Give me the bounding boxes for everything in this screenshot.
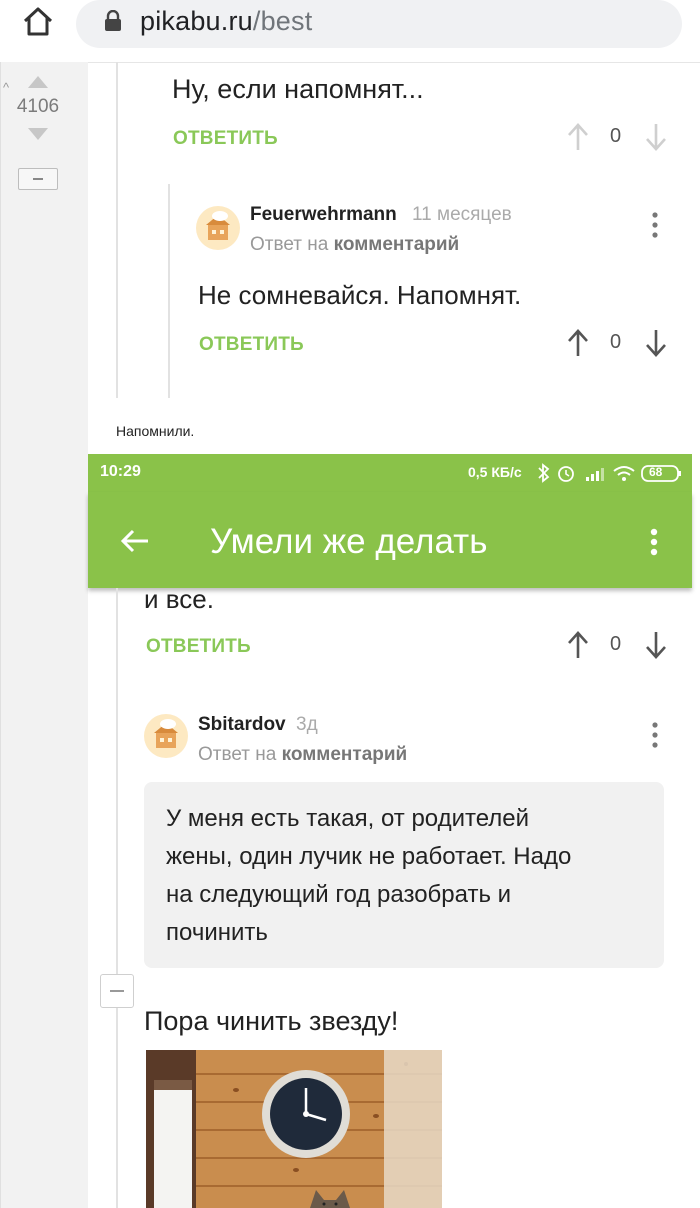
reply-to-link[interactable]: комментарий <box>282 744 408 765</box>
comment-vote: 0 <box>566 122 666 152</box>
phone-status-bar: 10:29 0,5 КБ/с 68 <box>88 454 692 492</box>
bluetooth-icon <box>538 463 550 483</box>
url-path: /best <box>252 6 313 36</box>
browser-toolbar: pikabu.ru/best <box>0 0 700 63</box>
comment-vote: 0 <box>566 328 666 358</box>
arrow-up-icon[interactable] <box>566 122 590 152</box>
reply-to-label: Ответ на комментарий <box>250 234 459 256</box>
app-title: Умели же делать <box>210 522 488 561</box>
vote-count: 0 <box>610 125 622 147</box>
status-time: 10:29 <box>100 463 141 480</box>
comment-text: Не сомневайся. Напомнят. <box>198 280 522 310</box>
rating-up-icon[interactable] <box>28 76 48 88</box>
reply-button[interactable]: ОТВЕТИТЬ <box>173 128 278 150</box>
gutter-border <box>0 62 1 1208</box>
comment-bubble: У меня есть такая, от родителей жены, од… <box>144 782 664 968</box>
rating-gutter: ^ 4106 <box>0 62 88 1208</box>
collapse-button[interactable] <box>100 974 134 1008</box>
comment-line: жены, один лучик не работает. Надо <box>166 843 572 870</box>
arrow-up-icon[interactable] <box>566 630 590 660</box>
comment-vote: 0 <box>566 630 666 660</box>
battery-level: 68 <box>649 465 663 479</box>
avatar[interactable] <box>144 714 188 758</box>
kebab-menu-icon[interactable] <box>650 528 658 556</box>
comment-author[interactable]: Feuerwehrmann <box>250 204 397 226</box>
avatar[interactable] <box>196 206 240 250</box>
vote-count: 0 <box>610 331 622 353</box>
comment-text: Ну, если напомнят... <box>172 74 424 104</box>
post-text: Пора чинить звезду! <box>144 1006 399 1036</box>
address-bar[interactable]: pikabu.ru/best <box>76 0 682 48</box>
post-photo[interactable] <box>146 1050 442 1208</box>
thread-line <box>116 62 118 398</box>
comment-line: на следующий год разобрать и <box>166 881 512 908</box>
comment-time: 3д <box>296 714 318 735</box>
reply-to-prefix: Ответ на <box>250 234 329 255</box>
embedded-screenshot: 10:29 0,5 КБ/с 68 Умели же делать и все.… <box>88 454 692 1208</box>
avatar-image <box>154 719 178 748</box>
back-arrow-icon[interactable] <box>120 528 150 554</box>
alarm-icon <box>558 466 574 482</box>
kebab-menu-icon[interactable] <box>652 212 658 238</box>
wifi-icon <box>613 466 635 481</box>
post-caption: Напомнили. <box>116 423 195 439</box>
comment-time: 11 месяцев <box>412 204 512 225</box>
kebab-menu-icon[interactable] <box>652 722 658 748</box>
reply-to-label: Ответ на комментарий <box>198 744 407 766</box>
thread-line <box>116 588 118 1208</box>
comment-author[interactable]: Sbitardov <box>198 714 286 736</box>
comment-line: У меня есть такая, от родителей <box>166 805 530 832</box>
collapse-button[interactable] <box>18 168 58 190</box>
reply-button[interactable]: ОТВЕТИТЬ <box>146 636 251 658</box>
post-rating: 4106 <box>16 96 60 117</box>
home-icon[interactable] <box>20 4 56 40</box>
arrow-down-icon[interactable] <box>644 630 668 660</box>
vote-count: 0 <box>610 633 622 655</box>
avatar-image <box>206 211 230 240</box>
url-text: pikabu.ru/best <box>140 6 312 37</box>
comment-line: починить <box>166 919 268 946</box>
lock-icon <box>105 10 121 31</box>
app-toolbar: Умели же делать <box>88 492 692 588</box>
thread-line <box>168 184 170 398</box>
url-host: pikabu.ru <box>140 6 253 36</box>
arrow-down-icon[interactable] <box>644 328 668 358</box>
reply-to-prefix: Ответ на <box>198 744 277 765</box>
rating-down-icon[interactable] <box>28 128 48 140</box>
signal-icon <box>586 468 604 481</box>
caret-icon: ^ <box>3 80 10 95</box>
comment-text: У меня есть такая, от родителей жены, од… <box>166 800 646 952</box>
status-speed: 0,5 КБ/с <box>468 464 522 480</box>
reply-to-link[interactable]: комментарий <box>334 234 460 255</box>
reply-button[interactable]: ОТВЕТИТЬ <box>199 334 304 356</box>
arrow-down-icon[interactable] <box>644 122 668 152</box>
status-icons <box>538 463 681 483</box>
comment-text: и все. <box>144 584 214 614</box>
arrow-up-icon[interactable] <box>566 328 590 358</box>
